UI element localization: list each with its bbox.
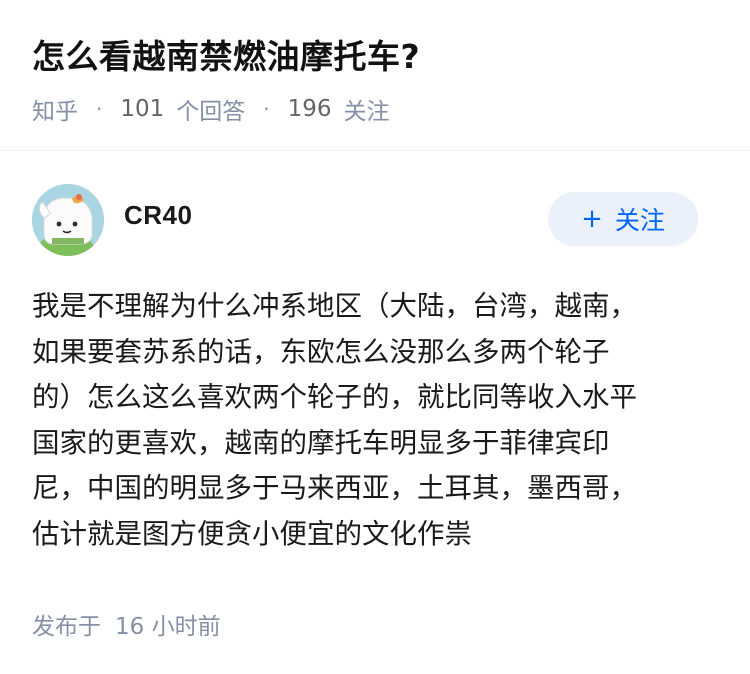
answer-line: 估计就是图方便贪小便宜的文化作祟	[32, 517, 472, 550]
separator-dot: ·	[263, 97, 270, 121]
question-meta: 知乎 · 101 个回答 · 196 关注	[32, 93, 390, 125]
follow-button-label: 关注	[614, 206, 665, 235]
answer-line: 尼，中国的明显多于马来西亚，土耳其，墨西哥，	[32, 472, 637, 504]
answer-line: 的）怎么这么喜欢两个轮子的，就比同等收入水平	[32, 381, 637, 413]
plus-icon: +	[581, 204, 603, 234]
answer-count-label: 个回答	[176, 99, 246, 125]
author-name[interactable]: CR40	[124, 200, 192, 231]
author-avatar[interactable]	[32, 184, 104, 256]
answer-content: 我是不理解为什么冲系地区（大陆，台湾，越南， 如果要套苏系的话，东欧怎么没那么多…	[32, 284, 722, 557]
follow-button[interactable]: + 关注	[548, 192, 698, 246]
avatar-image	[32, 184, 104, 256]
publish-label: 发布于	[32, 614, 101, 640]
question-title[interactable]: 怎么看越南禁燃油摩托车?	[32, 34, 420, 80]
separator-dot: ·	[96, 97, 103, 121]
answer-count: 101	[120, 96, 165, 122]
source-label[interactable]: 知乎	[32, 92, 78, 126]
answer-line: 国家的更喜欢，越南的摩托车明显多于菲律宾印	[32, 426, 610, 459]
follower-count: 196	[287, 96, 332, 122]
follower-count-label: 关注	[343, 99, 390, 125]
answer-line: 如果要套苏系的话，东欧怎么没那么多两个轮子	[32, 335, 610, 368]
answer-line: 我是不理解为什么冲系地区（大陆，台湾，越南，	[32, 290, 637, 322]
section-divider	[0, 150, 750, 151]
publish-time-value: 16 小时前	[115, 614, 221, 640]
publish-time: 发布于 16 小时前	[32, 606, 221, 642]
